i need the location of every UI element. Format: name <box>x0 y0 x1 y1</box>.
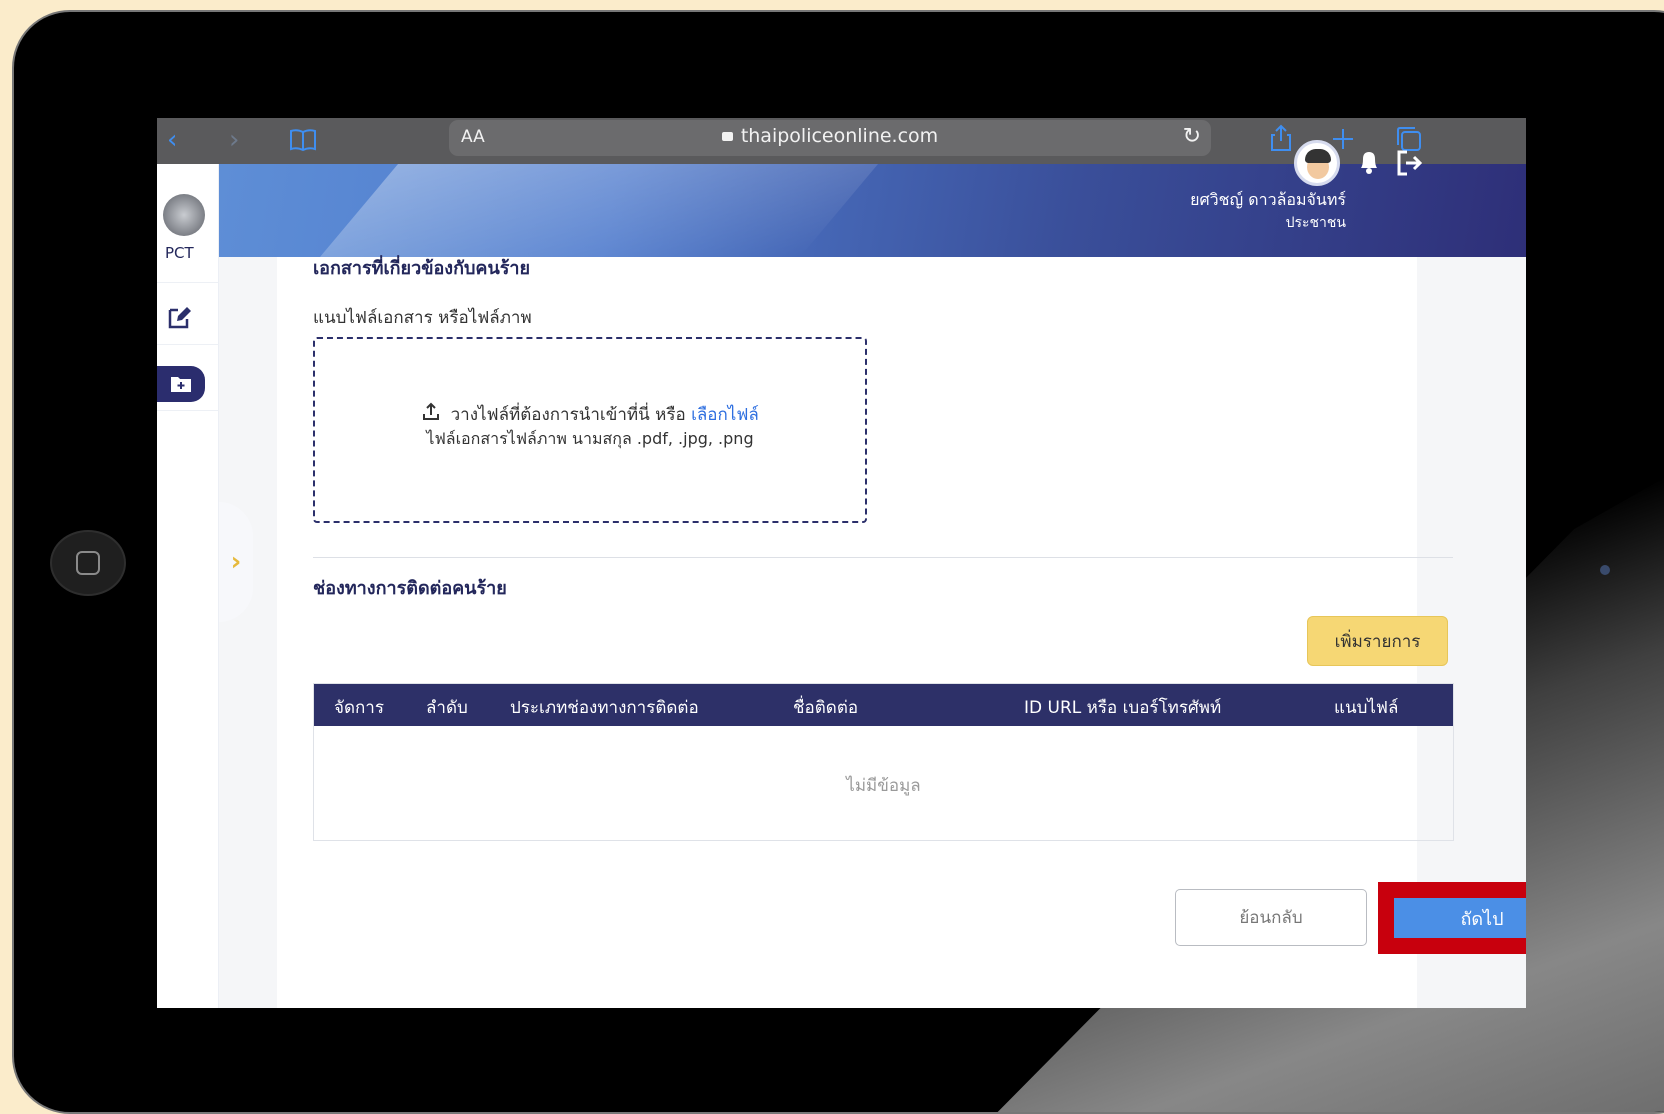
column-header: ลำดับ <box>426 698 468 718</box>
add-folder-icon <box>171 377 191 392</box>
share-icon[interactable] <box>1269 124 1293 152</box>
screen: ‹ › AA thaipoliceonline.com ↻ PCT ยศวิชญ… <box>157 118 1526 1008</box>
section-title-documents: เอกสารที่เกี่ยวข้องกับคนร้าย <box>313 258 531 279</box>
back-chevron-icon[interactable]: ‹ <box>167 126 177 154</box>
sidebar-expand-toggle[interactable]: › <box>219 502 253 622</box>
section-divider <box>313 557 1453 558</box>
table-header: จัดการ ลำดับ ประเภทช่องทางการติดต่อ ชื่อ… <box>314 684 1453 726</box>
column-header: ประเภทช่องทางการติดต่อ <box>510 698 699 718</box>
home-square-icon <box>76 551 100 575</box>
home-button[interactable] <box>50 530 126 596</box>
user-name: ยศวิชญ์ ดาวล้อมจันทร์ <box>1190 190 1346 209</box>
choose-file-link[interactable]: เลือกไฟล์ <box>691 405 759 425</box>
back-button[interactable]: ย้อนกลับ <box>1175 889 1367 946</box>
avatar-hair <box>1305 149 1331 163</box>
file-dropzone[interactable]: วางไฟล์ที่ต้องการนำเข้าที่นี่ หรือ เลือก… <box>313 337 867 523</box>
address-bar[interactable]: AA thaipoliceonline.com ↻ <box>449 120 1211 156</box>
bell-icon[interactable] <box>1357 148 1381 176</box>
section-title-contact: ช่องทางการติดต่อคนร้าย <box>313 578 507 599</box>
avatar[interactable] <box>1294 140 1340 186</box>
add-item-button[interactable]: เพิ่มรายการ <box>1307 616 1448 666</box>
column-header: แนบไฟล์ <box>1334 698 1399 718</box>
next-button-highlight: ถัดไป <box>1378 882 1526 954</box>
next-button[interactable]: ถัดไป <box>1394 898 1526 938</box>
contact-table: จัดการ ลำดับ ประเภทช่องทางการติดต่อ ชื่อ… <box>313 683 1454 841</box>
upload-icon <box>423 402 440 420</box>
sidebar-divider <box>157 344 219 345</box>
sidebar-divider <box>157 410 219 411</box>
sidebar-divider <box>157 282 219 283</box>
sidebar-item-add-folder[interactable] <box>157 366 205 402</box>
forward-chevron-icon[interactable]: › <box>229 126 239 154</box>
logout-icon[interactable] <box>1395 148 1425 178</box>
url-text: thaipoliceonline.com <box>740 125 939 147</box>
sidebar: PCT <box>157 164 219 1008</box>
camera-dot <box>1600 565 1610 575</box>
empty-state-text: ไม่มีข้อมูล <box>846 776 921 796</box>
lock-icon <box>721 132 733 141</box>
edit-icon[interactable] <box>167 304 193 330</box>
reload-icon[interactable]: ↻ <box>1183 124 1201 149</box>
pct-logo <box>163 194 205 236</box>
chevron-right-icon: › <box>230 547 242 577</box>
dropzone-text: วางไฟล์ที่ต้องการนำเข้าที่นี่ หรือ <box>450 405 686 425</box>
bookmarks-icon[interactable] <box>289 128 317 152</box>
column-header: จัดการ <box>334 698 384 718</box>
column-header: ID URL หรือ เบอร์โทรศัพท์ <box>1024 698 1222 718</box>
pct-label: PCT <box>165 244 194 262</box>
column-header: ชื่อติดต่อ <box>793 698 859 718</box>
user-role: ประชาชน <box>1285 215 1346 231</box>
attach-label: แนบไฟล์เอกสาร หรือไฟล์ภาพ <box>313 308 532 328</box>
header-decoration <box>319 164 879 257</box>
form-card: เอกสารที่เกี่ยวข้องกับคนร้าย แนบไฟล์เอกส… <box>277 257 1526 1008</box>
dropzone-hint: ไฟล์เอกสารไฟล์ภาพ นามสกุล .pdf, .jpg, .p… <box>426 429 754 448</box>
